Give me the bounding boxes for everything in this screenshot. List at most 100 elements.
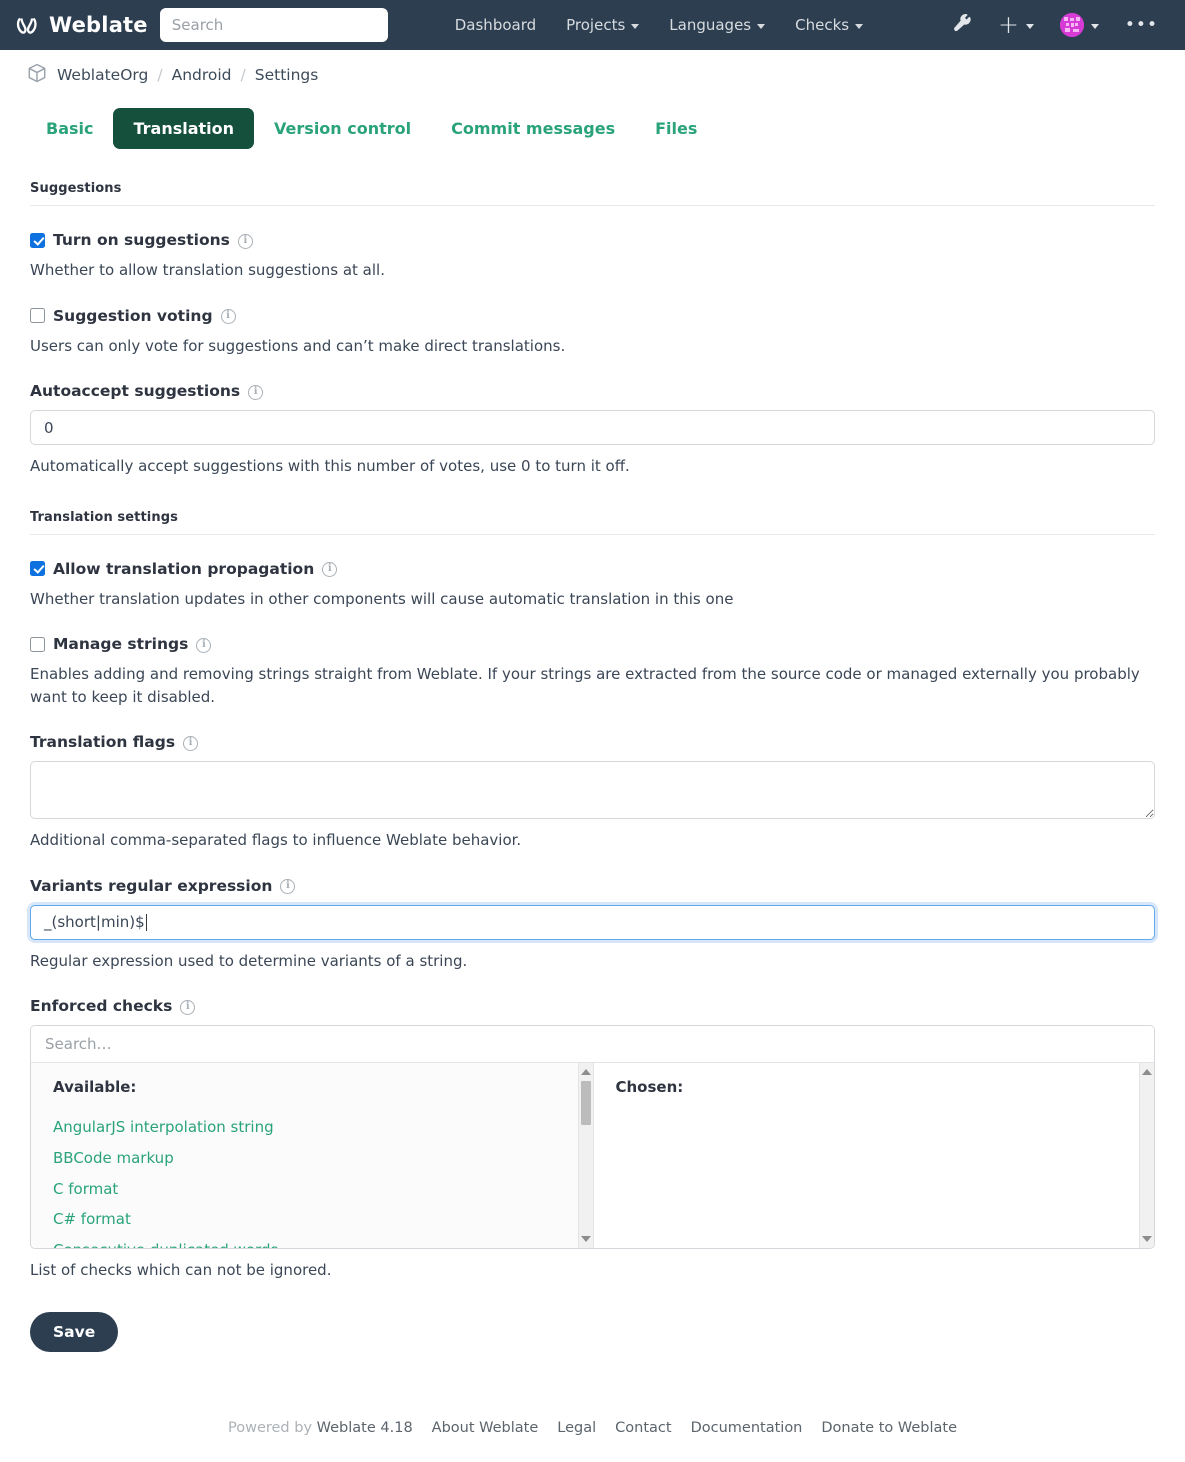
breadcrumb-item-settings[interactable]: Settings bbox=[255, 66, 319, 84]
section-heading-suggestions: Suggestions bbox=[30, 181, 1155, 206]
global-search-input[interactable] bbox=[159, 8, 388, 42]
autoaccept-input[interactable] bbox=[30, 410, 1155, 445]
nav-item-languages[interactable]: Languages bbox=[654, 8, 780, 42]
field-allow-translation-propagation: Allow translation propagation i Whether … bbox=[30, 560, 1155, 611]
allow-propagation-checkbox[interactable] bbox=[30, 561, 45, 576]
user-menu-button[interactable] bbox=[1047, 7, 1112, 43]
field-variants-regex: Variants regular expression i _(short|mi… bbox=[30, 877, 1155, 973]
available-scrollbar[interactable] bbox=[577, 1063, 593, 1248]
scroll-up-icon[interactable] bbox=[1140, 1065, 1154, 1079]
text-cursor bbox=[145, 913, 147, 931]
nav-item-label: Checks bbox=[795, 16, 850, 34]
field-manage-strings: Manage strings i Enables adding and remo… bbox=[30, 635, 1155, 708]
field-enforced-checks: Enforced checks i Available: AngularJS i… bbox=[30, 997, 1155, 1282]
allow-propagation-help: Whether translation updates in other com… bbox=[30, 589, 734, 608]
turn-on-suggestions-checkbox[interactable] bbox=[30, 232, 45, 248]
suggestion-voting-checkbox-row[interactable]: Suggestion voting i bbox=[30, 307, 1155, 325]
enforced-checks-label: Enforced checks bbox=[30, 997, 173, 1015]
info-icon[interactable]: i bbox=[183, 735, 199, 751]
manage-strings-checkbox[interactable] bbox=[30, 636, 45, 652]
footer-link-documentation[interactable]: Documentation bbox=[691, 1420, 803, 1436]
chevron-down-icon bbox=[631, 23, 640, 29]
nav-item-label: Dashboard bbox=[454, 16, 537, 34]
tools-button[interactable] bbox=[940, 8, 985, 43]
nav-item-dashboard[interactable]: Dashboard bbox=[440, 8, 551, 42]
add-button[interactable]: + bbox=[985, 10, 1047, 40]
info-icon[interactable]: i bbox=[248, 384, 264, 400]
variants-regex-input[interactable]: _(short|min)$ bbox=[30, 904, 1155, 940]
tab-commit-messages[interactable]: Commit messages bbox=[431, 108, 635, 149]
allow-propagation-checkbox-row[interactable]: Allow translation propagation i bbox=[30, 560, 1155, 578]
nav-item-projects[interactable]: Projects bbox=[551, 8, 654, 42]
enforced-checks-search-input[interactable] bbox=[31, 1026, 1154, 1063]
translation-flags-help: Additional comma-separated flags to infl… bbox=[30, 831, 522, 849]
scroll-up-icon[interactable] bbox=[579, 1065, 593, 1079]
brand-logo-link[interactable]: Weblate bbox=[14, 12, 148, 38]
list-item[interactable]: C# format bbox=[53, 1204, 593, 1235]
tab-basic[interactable]: Basic bbox=[26, 108, 113, 149]
variants-regex-value: _(short|min)$ bbox=[44, 913, 145, 931]
variants-regex-label-row: Variants regular expression i bbox=[30, 877, 1155, 895]
section-heading-translation-settings: Translation settings bbox=[30, 510, 1155, 535]
breadcrumb-separator: / bbox=[240, 66, 246, 84]
suggestion-voting-checkbox[interactable] bbox=[30, 308, 45, 323]
available-title: Available: bbox=[53, 1078, 137, 1096]
enforced-checks-dual-select: Available: AngularJS interpolation strin… bbox=[30, 1025, 1155, 1249]
more-menu-button[interactable]: ••• bbox=[1112, 13, 1171, 37]
info-icon[interactable]: i bbox=[196, 637, 212, 653]
nav-item-label: Projects bbox=[566, 16, 626, 34]
chevron-down-icon bbox=[1090, 23, 1099, 29]
translation-flags-textarea[interactable] bbox=[30, 761, 1155, 819]
list-item[interactable]: AngularJS interpolation string bbox=[53, 1112, 593, 1143]
tab-files[interactable]: Files bbox=[635, 108, 717, 149]
breadcrumb-item-component[interactable]: Android bbox=[172, 66, 232, 84]
footer-link-about[interactable]: About Weblate bbox=[432, 1420, 539, 1436]
footer-link-donate[interactable]: Donate to Weblate bbox=[821, 1420, 957, 1436]
autoaccept-label-row: Autoaccept suggestions i bbox=[30, 382, 1155, 400]
breadcrumb: WeblateOrg / Android / Settings bbox=[0, 50, 1185, 94]
tab-translation[interactable]: Translation bbox=[113, 108, 255, 149]
chosen-list: Chosen: bbox=[594, 1063, 1155, 1096]
info-icon[interactable]: i bbox=[220, 309, 236, 324]
turn-on-suggestions-checkbox-row[interactable]: Turn on suggestions i bbox=[30, 231, 1155, 249]
manage-strings-checkbox-row[interactable]: Manage strings i bbox=[30, 635, 1155, 653]
tab-version-control[interactable]: Version control bbox=[254, 108, 431, 149]
nav-item-checks[interactable]: Checks bbox=[780, 8, 878, 42]
field-translation-flags: Translation flags i Additional comma-sep… bbox=[30, 733, 1155, 852]
powered-by-prefix: Powered by bbox=[227, 1419, 313, 1436]
scroll-down-icon[interactable] bbox=[579, 1232, 593, 1246]
turn-on-suggestions-label: Turn on suggestions bbox=[53, 231, 230, 249]
weblate-version: Weblate 4.18 bbox=[316, 1419, 413, 1436]
save-button[interactable]: Save bbox=[30, 1311, 119, 1352]
weblate-logo-icon bbox=[14, 12, 40, 38]
enforced-checks-help: List of checks which can not be ignored. bbox=[30, 1261, 332, 1279]
chosen-scrollbar[interactable] bbox=[1139, 1063, 1154, 1248]
cube-icon bbox=[26, 62, 48, 88]
footer-link-legal[interactable]: Legal bbox=[557, 1420, 596, 1436]
chevron-down-icon bbox=[757, 23, 766, 29]
dual-select-body: Available: AngularJS interpolation strin… bbox=[31, 1063, 1154, 1248]
variants-regex-help: Regular expression used to determine var… bbox=[30, 951, 468, 970]
info-icon[interactable]: i bbox=[237, 233, 253, 249]
footer-link-contact[interactable]: Contact bbox=[615, 1420, 671, 1436]
settings-form: Suggestions Turn on suggestions i Whethe… bbox=[0, 181, 1185, 1352]
list-item[interactable]: Consecutive duplicated words bbox=[53, 1235, 593, 1248]
enforced-checks-label-row: Enforced checks i bbox=[30, 997, 1155, 1015]
info-icon[interactable]: i bbox=[280, 879, 296, 894]
field-autoaccept-suggestions: Autoaccept suggestions i Automatically a… bbox=[30, 382, 1155, 478]
manage-strings-label: Manage strings bbox=[53, 635, 189, 653]
primary-nav: Dashboard Projects Languages Checks bbox=[440, 8, 878, 42]
info-icon[interactable]: i bbox=[180, 999, 196, 1015]
list-item[interactable]: C format bbox=[53, 1174, 593, 1205]
chevron-down-icon bbox=[1025, 23, 1034, 29]
scrollbar-thumb[interactable] bbox=[580, 1081, 591, 1125]
suggestion-voting-label: Suggestion voting bbox=[53, 306, 213, 325]
settings-tabs: Basic Translation Version control Commit… bbox=[0, 94, 1185, 149]
chosen-panel: Chosen: bbox=[592, 1063, 1155, 1248]
scroll-down-icon[interactable] bbox=[1140, 1232, 1154, 1246]
info-icon[interactable]: i bbox=[322, 562, 338, 577]
breadcrumb-item-project[interactable]: WeblateOrg bbox=[57, 66, 148, 84]
list-item[interactable]: BBCode markup bbox=[53, 1143, 593, 1174]
breadcrumb-separator: / bbox=[157, 66, 163, 84]
powered-by-text: Powered by Weblate 4.18 bbox=[228, 1420, 413, 1436]
